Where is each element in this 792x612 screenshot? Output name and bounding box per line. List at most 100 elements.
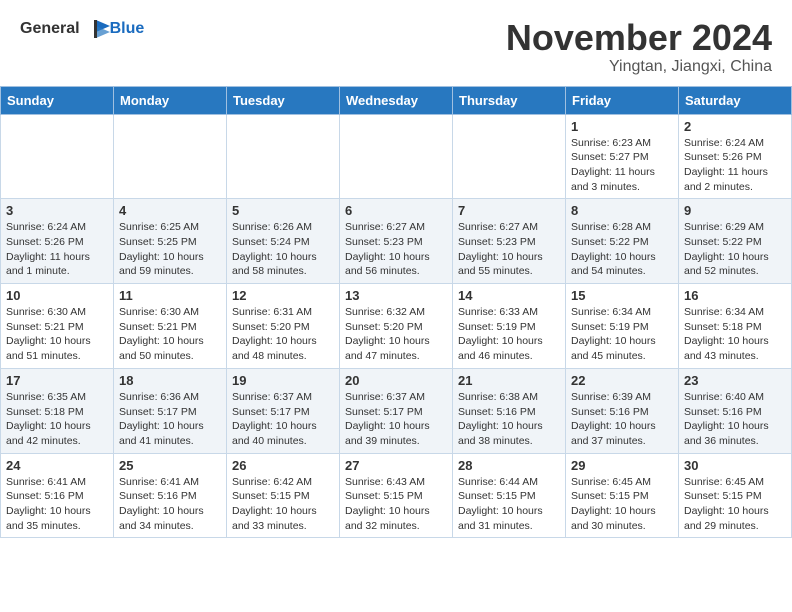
day-info: Sunrise: 6:45 AMSunset: 5:15 PMDaylight:… [571,475,673,534]
calendar-cell: 18 Sunrise: 6:36 AMSunset: 5:17 PMDayligh… [114,368,227,453]
day-number: 3 [6,203,108,218]
calendar-week-row: 1Sunrise: 6:23 AMSunset: 5:27 PMDaylight… [1,114,792,199]
calendar-table: SundayMondayTuesdayWednesdayThursdayFrid… [0,86,792,539]
day-info: Sunrise: 6:38 AMSunset: 5:16 PMDaylight:… [458,390,560,449]
calendar-cell [453,114,566,199]
calendar-header-sunday: Sunday [1,86,114,114]
day-number: 1 [571,119,673,134]
logo-blue-text: Blue [110,20,145,38]
calendar-cell: 21Sunrise: 6:38 AMSunset: 5:16 PMDayligh… [453,368,566,453]
day-number: 15 [571,288,673,303]
calendar-cell [227,114,340,199]
day-info: Sunrise: 6:45 AMSunset: 5:15 PMDaylight:… [684,475,786,534]
day-number: 24 [6,458,108,473]
calendar-cell: 2 Sunrise: 6:24 AMSunset: 5:26 PMDaylight… [679,114,792,199]
calendar-week-row: 10 Sunrise: 6:30 AMSunset: 5:21 PMDayligh… [1,284,792,369]
calendar-week-row: 24 Sunrise: 6:41 AMSunset: 5:16 PMDayligh… [1,453,792,538]
day-number: 9 [684,203,786,218]
day-number: 17 [6,373,108,388]
day-info: Sunrise: 6:30 AMSunset: 5:21 PMDaylight:… [119,305,221,364]
calendar-cell: 3 Sunrise: 6:24 AMSunset: 5:26 PMDaylight… [1,199,114,284]
day-info: Sunrise: 6:33 AMSunset: 5:19 PMDaylight:… [458,305,560,364]
calendar-header-saturday: Saturday [679,86,792,114]
day-info: Sunrise: 6:41 AMSunset: 5:16 PMDaylight:… [119,475,221,534]
day-info: Sunrise: 6:31 AMSunset: 5:20 PMDaylight:… [232,305,334,364]
calendar-cell: 10 Sunrise: 6:30 AMSunset: 5:21 PMDayligh… [1,284,114,369]
day-info: Sunrise: 6:24 AMSunset: 5:26 PMDaylight:… [6,220,108,279]
day-number: 18 [119,373,221,388]
logo: General Blue [20,18,144,40]
calendar-cell [1,114,114,199]
day-info: Sunrise: 6:44 AMSunset: 5:15 PMDaylight:… [458,475,560,534]
calendar-cell: 8 Sunrise: 6:28 AMSunset: 5:22 PMDaylight… [566,199,679,284]
day-number: 2 [684,119,786,134]
calendar-cell: 6 Sunrise: 6:27 AMSunset: 5:23 PMDaylight… [340,199,453,284]
logo-general-text: General [20,20,80,38]
calendar-header-thursday: Thursday [453,86,566,114]
day-info: Sunrise: 6:37 AMSunset: 5:17 PMDaylight:… [232,390,334,449]
calendar-cell: 28 Sunrise: 6:44 AMSunset: 5:15 PMDayligh… [453,453,566,538]
calendar-header-wednesday: Wednesday [340,86,453,114]
day-number: 11 [119,288,221,303]
day-info: Sunrise: 6:27 AMSunset: 5:23 PMDaylight:… [345,220,447,279]
calendar-cell: 12Sunrise: 6:31 AMSunset: 5:20 PMDayligh… [227,284,340,369]
title-block: November 2024 Yingtan, Jiangxi, China [506,18,772,76]
day-number: 6 [345,203,447,218]
day-number: 7 [458,203,560,218]
page: General Blue November 2024 Yingtan, Jian… [0,0,792,538]
day-number: 16 [684,288,786,303]
calendar-cell: 4Sunrise: 6:25 AMSunset: 5:25 PMDaylight… [114,199,227,284]
day-number: 22 [571,373,673,388]
day-number: 5 [232,203,334,218]
day-info: Sunrise: 6:35 AMSunset: 5:18 PMDaylight:… [6,390,108,449]
month-title: November 2024 [506,18,772,58]
calendar-cell [114,114,227,199]
day-number: 26 [232,458,334,473]
day-number: 27 [345,458,447,473]
day-info: Sunrise: 6:30 AMSunset: 5:21 PMDaylight:… [6,305,108,364]
header: General Blue November 2024 Yingtan, Jian… [0,0,792,86]
day-number: 8 [571,203,673,218]
calendar-cell: 22 Sunrise: 6:39 AMSunset: 5:16 PMDayligh… [566,368,679,453]
calendar-cell: 9 Sunrise: 6:29 AMSunset: 5:22 PMDaylight… [679,199,792,284]
day-info: Sunrise: 6:34 AMSunset: 5:18 PMDaylight:… [684,305,786,364]
calendar-cell: 23Sunrise: 6:40 AMSunset: 5:16 PMDayligh… [679,368,792,453]
calendar-cell: 7 Sunrise: 6:27 AMSunset: 5:23 PMDaylight… [453,199,566,284]
day-info: Sunrise: 6:42 AMSunset: 5:15 PMDaylight:… [232,475,334,534]
day-info: Sunrise: 6:28 AMSunset: 5:22 PMDaylight:… [571,220,673,279]
day-info: Sunrise: 6:26 AMSunset: 5:24 PMDaylight:… [232,220,334,279]
calendar-cell: 13 Sunrise: 6:32 AMSunset: 5:20 PMDayligh… [340,284,453,369]
day-info: Sunrise: 6:36 AMSunset: 5:17 PMDaylight:… [119,390,221,449]
calendar-cell: 16 Sunrise: 6:34 AMSunset: 5:18 PMDayligh… [679,284,792,369]
calendar-cell: 14 Sunrise: 6:33 AMSunset: 5:19 PMDayligh… [453,284,566,369]
day-number: 20 [345,373,447,388]
day-info: Sunrise: 6:39 AMSunset: 5:16 PMDaylight:… [571,390,673,449]
calendar-cell: 25Sunrise: 6:41 AMSunset: 5:16 PMDayligh… [114,453,227,538]
calendar-cell: 15Sunrise: 6:34 AMSunset: 5:19 PMDayligh… [566,284,679,369]
calendar-header-friday: Friday [566,86,679,114]
day-info: Sunrise: 6:24 AMSunset: 5:26 PMDaylight:… [684,136,786,195]
day-number: 14 [458,288,560,303]
day-info: Sunrise: 6:32 AMSunset: 5:20 PMDaylight:… [345,305,447,364]
calendar-cell: 24 Sunrise: 6:41 AMSunset: 5:16 PMDayligh… [1,453,114,538]
day-info: Sunrise: 6:37 AMSunset: 5:17 PMDaylight:… [345,390,447,449]
day-number: 28 [458,458,560,473]
day-number: 13 [345,288,447,303]
calendar-cell: 26 Sunrise: 6:42 AMSunset: 5:15 PMDayligh… [227,453,340,538]
day-info: Sunrise: 6:29 AMSunset: 5:22 PMDaylight:… [684,220,786,279]
day-number: 10 [6,288,108,303]
day-number: 30 [684,458,786,473]
calendar-cell: 17 Sunrise: 6:35 AMSunset: 5:18 PMDayligh… [1,368,114,453]
day-info: Sunrise: 6:27 AMSunset: 5:23 PMDaylight:… [458,220,560,279]
day-info: Sunrise: 6:40 AMSunset: 5:16 PMDaylight:… [684,390,786,449]
calendar-cell: 29 Sunrise: 6:45 AMSunset: 5:15 PMDayligh… [566,453,679,538]
calendar-cell: 27Sunrise: 6:43 AMSunset: 5:15 PMDayligh… [340,453,453,538]
calendar-cell: 30 Sunrise: 6:45 AMSunset: 5:15 PMDayligh… [679,453,792,538]
day-number: 19 [232,373,334,388]
calendar-cell [340,114,453,199]
day-number: 29 [571,458,673,473]
calendar-cell: 5 Sunrise: 6:26 AMSunset: 5:24 PMDaylight… [227,199,340,284]
calendar-cell: 20 Sunrise: 6:37 AMSunset: 5:17 PMDayligh… [340,368,453,453]
day-info: Sunrise: 6:41 AMSunset: 5:16 PMDaylight:… [6,475,108,534]
day-info: Sunrise: 6:25 AMSunset: 5:25 PMDaylight:… [119,220,221,279]
